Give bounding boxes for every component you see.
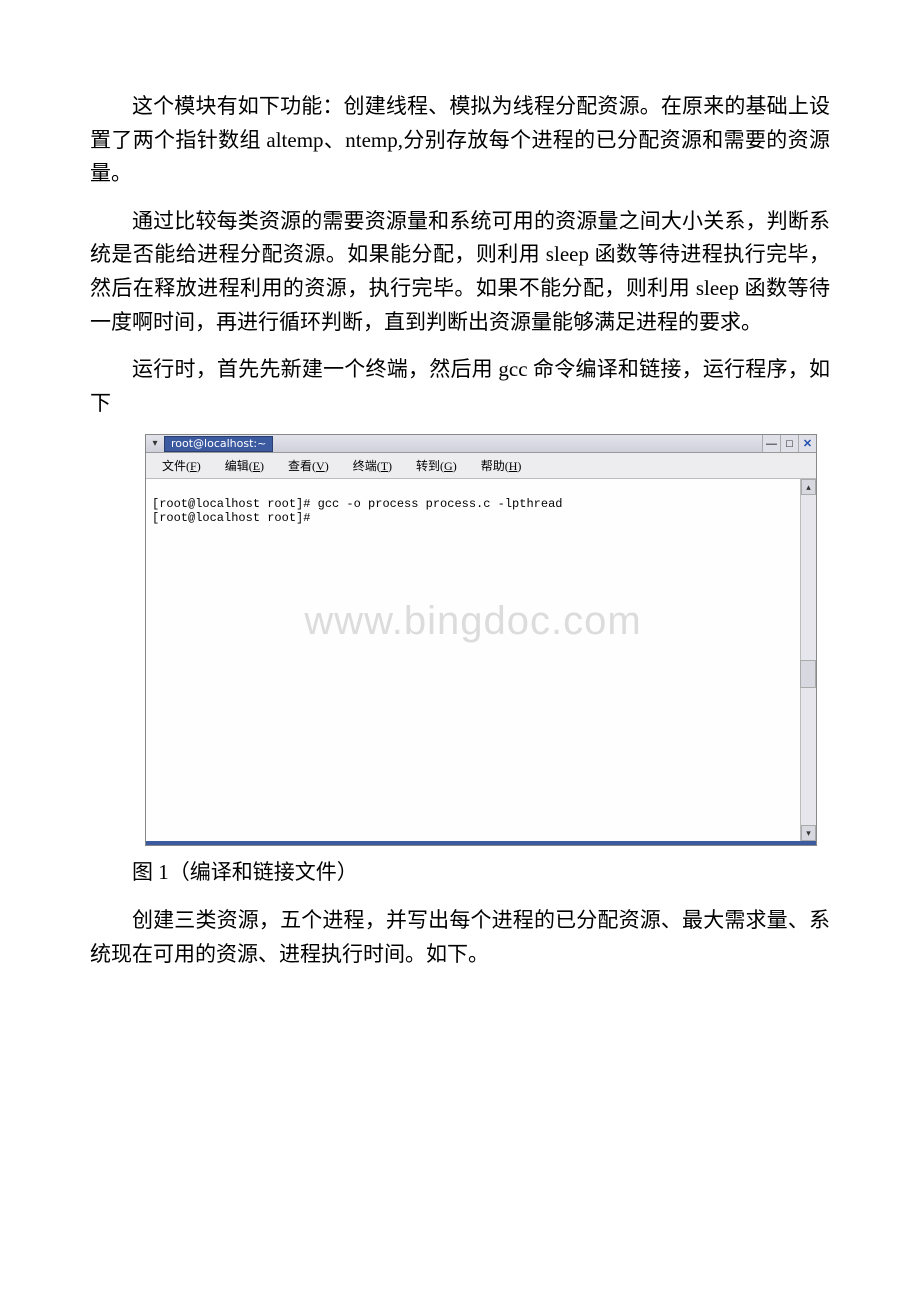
scroll-track[interactable] — [801, 495, 816, 825]
menu-edit[interactable]: 编辑(E) — [213, 455, 276, 476]
menu-bar: 文件(F) 编辑(E) 查看(V) 终端(T) 转到(G) 帮助(H) — [146, 453, 816, 479]
menu-terminal[interactable]: 终端(T) — [341, 455, 404, 476]
terminal-line-2: [root@localhost root]# — [152, 511, 318, 525]
paragraph-4: 创建三类资源，五个进程，并写出每个进程的已分配资源、最大需求量、系统现在可用的资… — [90, 904, 830, 971]
paragraph-2: 通过比较每类资源的需要资源量和系统可用的资源量之间大小关系，判断系统是否能给进程… — [90, 205, 830, 339]
close-button[interactable]: ✕ — [798, 435, 816, 452]
watermark-text: www.bingdoc.com — [304, 599, 641, 644]
maximize-button[interactable]: □ — [780, 435, 798, 452]
paragraph-3: 运行时，首先先新建一个终端，然后用 gcc 命令编译和链接，运行程序，如下 — [90, 353, 830, 420]
menu-go[interactable]: 转到(G) — [404, 455, 469, 476]
menu-help[interactable]: 帮助(H) — [469, 455, 534, 476]
scroll-up-button[interactable]: ▴ — [801, 479, 816, 495]
window-menu-icon[interactable]: ▾ — [146, 438, 164, 449]
terminal-screenshot: ▾ root@localhost:~ — □ ✕ 文件(F) 编辑(E) 查看(… — [145, 434, 817, 846]
window-titlebar: ▾ root@localhost:~ — □ ✕ — [146, 435, 816, 453]
scroll-down-button[interactable]: ▾ — [801, 825, 816, 841]
terminal-line-1: [root@localhost root]# gcc -o process pr… — [152, 497, 562, 511]
paragraph-1: 这个模块有如下功能：创建线程、模拟为线程分配资源。在原来的基础上设置了两个指针数… — [90, 90, 830, 191]
menu-file[interactable]: 文件(F) — [150, 455, 213, 476]
terminal-output[interactable]: [root@localhost root]# gcc -o process pr… — [146, 479, 800, 841]
window-title: root@localhost:~ — [164, 436, 273, 452]
scrollbar[interactable]: ▴ ▾ — [800, 479, 816, 841]
minimize-button[interactable]: — — [762, 435, 780, 452]
scroll-thumb[interactable] — [800, 660, 816, 688]
figure-caption: 图 1（编译和链接文件） — [90, 856, 830, 890]
menu-view[interactable]: 查看(V) — [276, 455, 341, 476]
window-bottom-border — [146, 841, 816, 845]
